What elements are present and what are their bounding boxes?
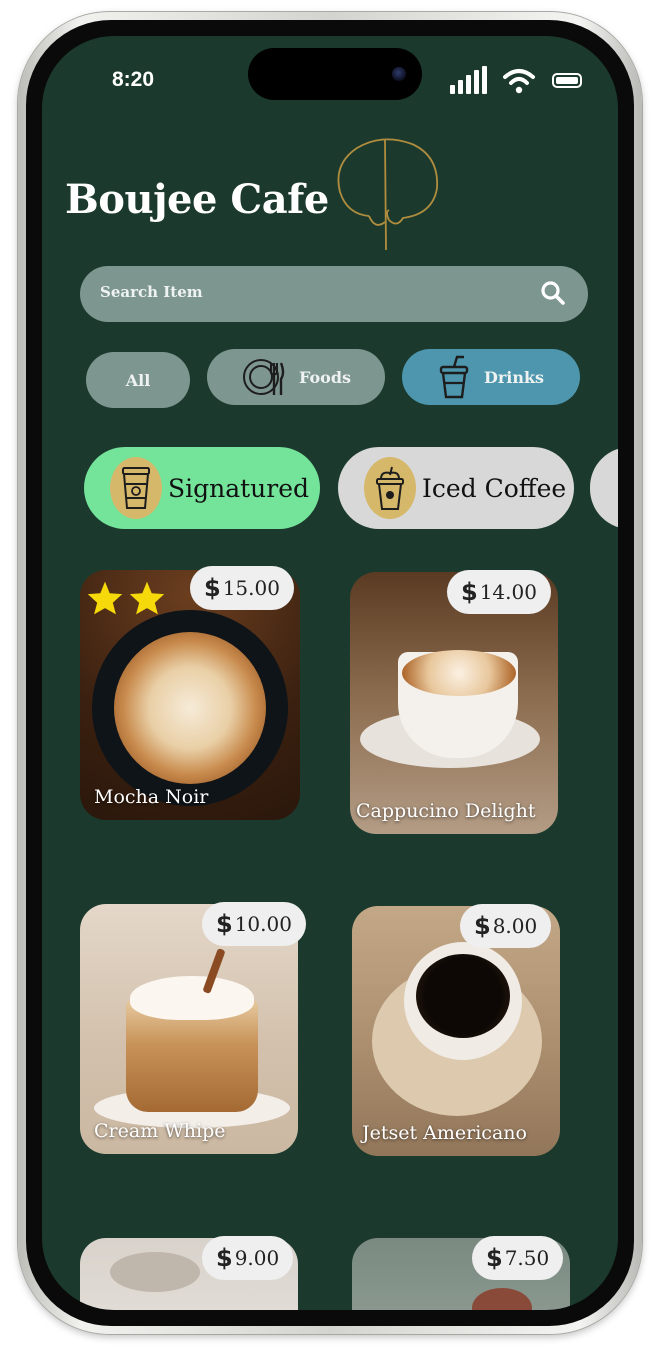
price-badge: $ 7.50 [472, 1236, 564, 1280]
drink-image [110, 1252, 200, 1292]
status-time: 8:20 [112, 68, 155, 91]
currency-symbol: $ [204, 574, 221, 602]
battery-icon [552, 73, 582, 88]
drink-image [472, 1288, 532, 1310]
filter-drinks[interactable]: Drinks [402, 349, 580, 405]
currency-symbol: $ [486, 1244, 503, 1272]
product-name: Jetset Americano [362, 1122, 527, 1144]
price-value: 14.00 [479, 580, 537, 604]
plate-fork-knife-icon [242, 359, 285, 395]
iced-coffee-icon [376, 466, 404, 510]
price-value: 15.00 [222, 576, 280, 600]
price-badge: $ 10.00 [202, 902, 306, 946]
filter-label: All [125, 370, 151, 390]
filter-all[interactable]: All [86, 352, 190, 408]
category-iced-coffee[interactable]: Iced Coffee [338, 447, 574, 529]
star-icon [87, 581, 123, 615]
cup-straw-icon [439, 355, 469, 399]
price-value: 9.00 [234, 1246, 280, 1270]
wifi-icon [503, 69, 535, 94]
filter-label: Foods [298, 367, 352, 387]
product-name: Mocha Noir [94, 786, 209, 808]
cappuccino-image [402, 650, 516, 696]
cafe-logo-icon [337, 138, 438, 251]
search-placeholder: Search Item [100, 283, 203, 301]
category-icon-bg [364, 457, 416, 519]
category-label: Iced Coffee [422, 473, 567, 503]
price-value: 8.00 [492, 914, 538, 938]
product-name: Cappucino Delight [356, 800, 536, 822]
currency-symbol: $ [474, 912, 491, 940]
price-value: 7.50 [504, 1246, 550, 1270]
product-name: Cream Whipe [94, 1120, 226, 1142]
price-value: 10.00 [234, 912, 292, 936]
search-bar[interactable]: Search Item [80, 266, 588, 322]
currency-symbol: $ [216, 910, 233, 938]
americano-image [416, 954, 510, 1038]
category-signatured[interactable]: Signatured [84, 447, 320, 529]
category-icon-bg [110, 457, 162, 519]
coffee-cup-icon [122, 467, 150, 509]
phone-frame: 8:20 Boujee Cafe Search Item All Foods D… [18, 12, 642, 1334]
price-badge: $ 14.00 [447, 570, 551, 614]
price-badge: $ 9.00 [202, 1236, 294, 1280]
camera-icon [392, 67, 406, 81]
cream-drink-image [130, 976, 254, 1020]
phone-bezel: 8:20 Boujee Cafe Search Item All Foods D… [26, 20, 634, 1326]
app-title: Boujee Cafe [65, 176, 329, 223]
category-label: Signatured [168, 473, 310, 503]
app-screen: 8:20 Boujee Cafe Search Item All Foods D… [42, 36, 618, 1310]
rating-stars [86, 580, 166, 616]
latte-image [114, 632, 266, 784]
price-badge: $ 15.00 [190, 566, 294, 610]
filter-label: Drinks [483, 367, 545, 387]
category-more[interactable] [590, 447, 618, 529]
currency-symbol: $ [461, 578, 478, 606]
currency-symbol: $ [216, 1244, 233, 1272]
filter-foods[interactable]: Foods [207, 349, 385, 405]
price-badge: $ 8.00 [460, 904, 552, 948]
search-icon[interactable] [540, 280, 566, 306]
dynamic-island [248, 48, 422, 100]
star-icon [129, 581, 165, 615]
